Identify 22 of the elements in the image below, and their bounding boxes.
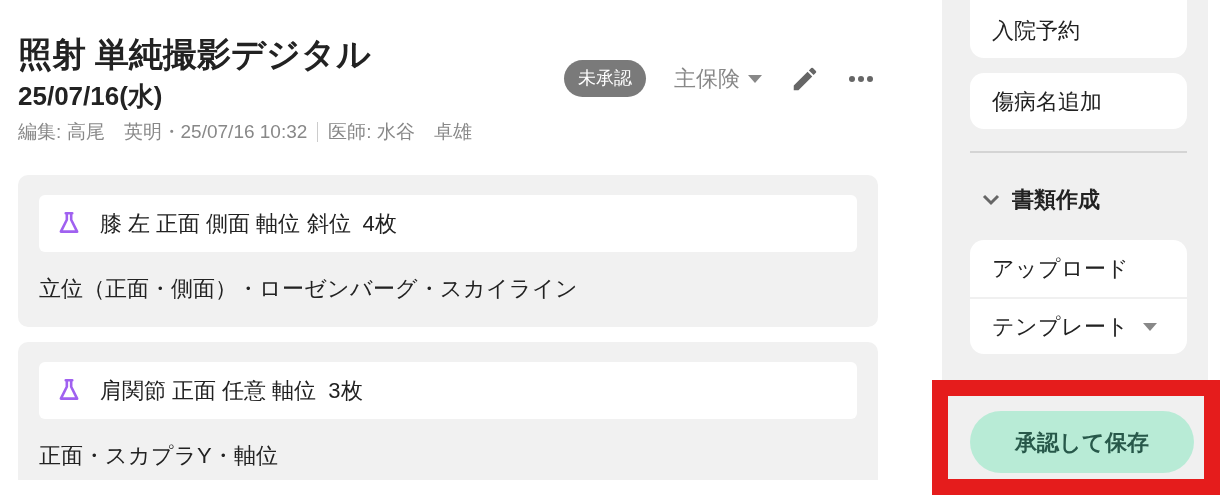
order-count: 3枚 xyxy=(328,376,363,405)
order-count: 4枚 xyxy=(362,209,397,238)
insurance-dropdown[interactable]: 主保険 xyxy=(674,62,762,95)
section-header[interactable]: 書類作成 xyxy=(982,183,1187,216)
status-badge: 未承認 xyxy=(564,60,646,97)
order-description: 立位（正面・側面）・ローゼンバーグ・スカイライン xyxy=(39,274,579,303)
more-icon[interactable] xyxy=(848,74,874,83)
approve-save-button[interactable]: 承認して保存 xyxy=(970,411,1194,473)
document-option[interactable]: テンプレート xyxy=(970,297,1187,354)
action-button[interactable]: 入院予約 xyxy=(970,0,1187,58)
caret-icon xyxy=(1143,322,1157,331)
action-button[interactable]: 傷病名追加 xyxy=(970,73,1187,129)
doctor-info: 医師: 水谷 卓雄 xyxy=(328,120,472,144)
page-title: 照射 単純撮影デジタル xyxy=(18,34,373,75)
document-option[interactable]: アップロード xyxy=(970,240,1187,297)
caret-icon xyxy=(748,74,762,83)
section-title: 書類作成 xyxy=(1012,186,1100,214)
date-text: 25/07/16(水) xyxy=(18,80,164,113)
editor-info: 編集: 高尾 英明・25/07/16 10:32 xyxy=(18,120,308,144)
order-name: 肩関節 正面 任意 軸位 xyxy=(100,376,317,405)
order-name: 膝 左 正面 側面 軸位 斜位 xyxy=(100,209,351,238)
order-description: 正面・スカプラY・軸位 xyxy=(39,441,279,470)
